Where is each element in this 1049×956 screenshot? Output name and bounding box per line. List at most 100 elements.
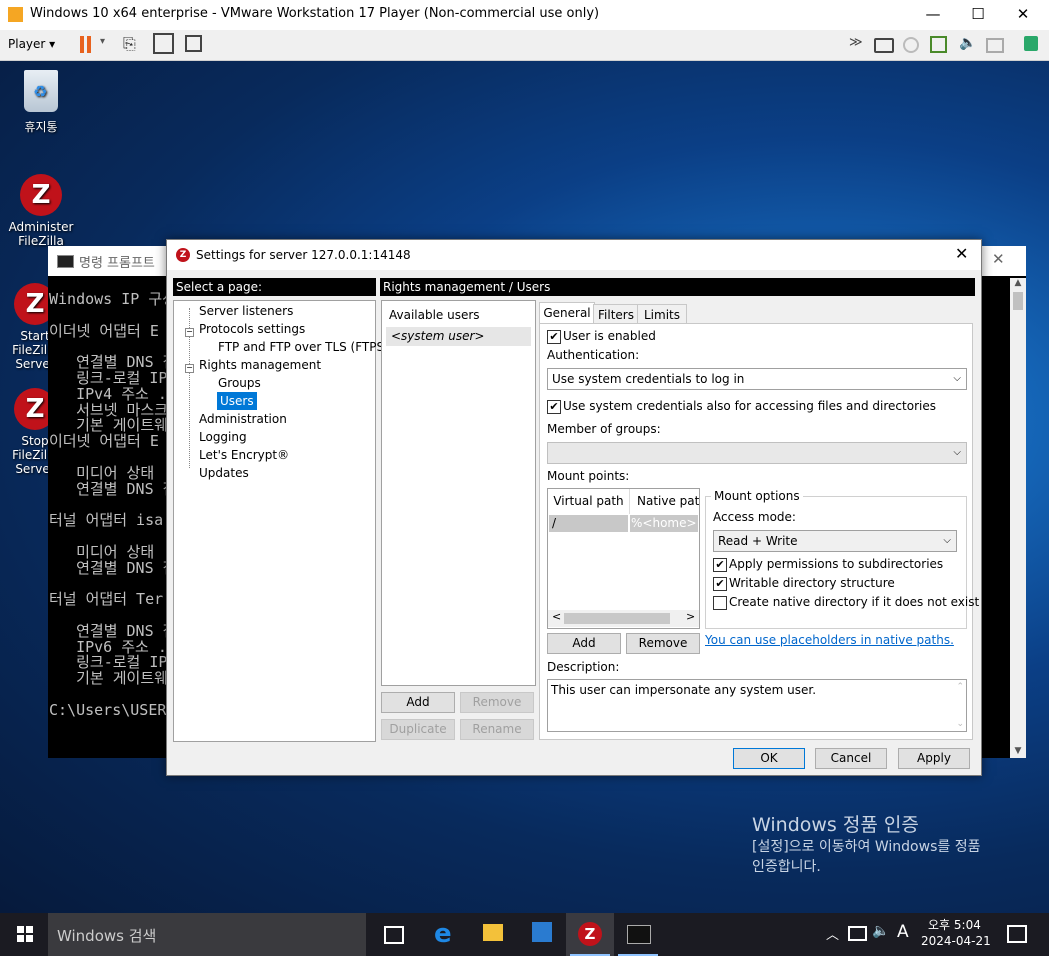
mount-row-native[interactable]: %<home> [630,515,698,532]
remove-user-button[interactable]: Remove [460,692,534,713]
tree-item-lets-encrypt[interactable]: Let's Encrypt® [199,446,289,464]
filezilla-dialog-icon: Z [176,248,190,262]
scroll-left-icon[interactable]: < [552,610,561,623]
tree-item-updates[interactable]: Updates [199,464,249,482]
tree-item-server-listeners[interactable]: Server listeners [199,302,293,320]
user-enabled-checkbox[interactable]: ✔ [547,330,561,344]
minimize-button[interactable]: — [910,0,956,30]
horizontal-scrollbar[interactable]: < > [548,610,699,627]
pause-icon[interactable] [80,36,84,53]
notification-icon[interactable] [1007,925,1027,943]
mount-row-virtual[interactable]: / [549,515,628,532]
rename-user-button[interactable]: Rename [460,719,534,740]
fit-guest-icon[interactable] [153,33,174,54]
collapse-icon[interactable]: − [185,364,194,373]
tree-item-protocols-settings[interactable]: Protocols settings [199,320,305,338]
recycle-arrows-icon: ♻ [33,82,48,101]
clock-time[interactable]: 오후 5:04 [928,916,981,933]
tree-item-users[interactable]: Users [217,392,257,410]
member-of-groups-select[interactable]: ⌵ [547,442,967,464]
tray-overflow-icon[interactable]: ︿ [826,924,839,943]
mount-add-button[interactable]: Add [547,633,621,654]
taskbar-cmd-item[interactable] [614,913,662,956]
use-system-credentials-checkbox[interactable]: ✔ [547,400,561,414]
create-native-checkbox[interactable] [713,596,727,610]
tab-limits[interactable]: Limits [637,304,687,325]
vmware-toolbar: Player ▾ ▾ ⎘ ≫ 🔈 [0,30,1049,61]
tab-general[interactable]: General [539,302,595,325]
console-line: 이더넷 어댑터 E [49,432,159,451]
page-tree[interactable]: − − Server listeners Protocols settings … [173,300,389,742]
console-line: 이더넷 어댑터 E [49,321,159,340]
tree-item-ftp-ftps[interactable]: FTP and FTP over TLS (FTPS) [218,338,389,356]
console-close-button[interactable]: ✕ [992,250,1005,268]
clock-date[interactable]: 2024-04-21 [921,934,991,948]
tree-item-administration[interactable]: Administration [199,410,287,428]
hard-disk-icon[interactable] [874,38,894,53]
message-log-icon[interactable] [1024,36,1038,51]
ok-button[interactable]: OK [733,748,805,769]
unity-icon[interactable] [185,35,202,52]
apply-permissions-checkbox[interactable]: ✔ [713,558,727,572]
volume-tray-icon[interactable]: 🔈 [872,923,889,939]
description-value: This user can impersonate any system use… [551,683,817,697]
mount-points-table[interactable]: Virtual path Native path / %<home> < > [547,488,700,629]
tab-filters[interactable]: Filters [593,304,639,325]
admin-filezilla-shortcut[interactable]: Z Administer FileZilla [6,174,76,248]
taskbar-filezilla-item[interactable]: Z [566,913,614,956]
scroll-down-icon[interactable]: ⌄ [956,719,964,729]
description-textarea[interactable]: This user can impersonate any system use… [547,679,967,732]
network-tray-icon[interactable] [848,926,867,941]
edge-icon[interactable]: e [434,919,452,949]
task-view-icon[interactable] [384,926,404,944]
store-icon[interactable] [532,922,552,942]
scroll-thumb[interactable] [1013,292,1023,310]
add-user-button[interactable]: Add [381,692,455,713]
dialog-close-button[interactable]: ✕ [955,244,968,263]
authentication-select[interactable]: Use system credentials to log in ⌵ [547,368,967,390]
scroll-up-icon[interactable]: ⌃ [956,682,964,692]
access-mode-select[interactable]: Read + Write ⌵ [713,530,957,552]
chevron-down-icon: ⌵ [953,447,961,458]
pause-icon-bar [87,36,91,53]
collapse-icon[interactable]: − [185,328,194,337]
send-ctrl-alt-del-icon[interactable]: ⎘ [123,34,136,54]
select-page-header: Select a page: [173,278,376,296]
pause-dropdown-icon[interactable]: ▾ [100,36,105,47]
file-explorer-icon[interactable] [483,924,503,941]
duplicate-user-button[interactable]: Duplicate [381,719,455,740]
ime-indicator[interactable]: A [897,922,909,942]
console-scrollbar[interactable]: ▲ ▼ [1010,278,1026,758]
scroll-up-icon[interactable]: ▲ [1010,278,1026,292]
chevron-down-icon: ⌵ [953,373,961,384]
network-icon[interactable] [930,36,947,53]
windows-start-icon[interactable] [17,926,33,942]
more-icon[interactable]: ≫ [849,35,863,50]
column-header-native-path[interactable]: Native path [630,489,699,514]
player-menu[interactable]: Player ▾ [8,37,55,51]
taskbar-search-box[interactable]: Windows 검색 [48,913,366,956]
tree-item-groups[interactable]: Groups [218,374,261,392]
recycle-bin[interactable]: ♻ 휴지통 [6,70,76,135]
user-list-item[interactable]: <system user> [386,327,531,346]
apply-button[interactable]: Apply [898,748,970,769]
cd-icon[interactable] [903,37,919,53]
cancel-button[interactable]: Cancel [815,748,887,769]
recycle-bin-label: 휴지통 [24,120,58,134]
activation-line2: 인증합니다. [752,859,821,875]
tree-item-logging[interactable]: Logging [199,428,247,446]
tree-item-rights-management[interactable]: Rights management [199,356,321,374]
scroll-thumb[interactable] [564,613,670,624]
mount-remove-button[interactable]: Remove [626,633,700,654]
cmd-taskbar-icon [627,925,651,944]
close-window-button[interactable]: ✕ [1000,0,1046,30]
sound-icon[interactable]: 🔈 [959,35,976,51]
scroll-right-icon[interactable]: > [686,610,695,623]
scroll-down-icon[interactable]: ▼ [1010,746,1026,756]
maximize-button[interactable]: ☐ [955,0,1001,30]
member-of-groups-label: Member of groups: [547,422,661,436]
column-header-virtual-path[interactable]: Virtual path [548,489,630,514]
printer-icon[interactable] [986,38,1004,53]
writable-structure-checkbox[interactable]: ✔ [713,577,727,591]
placeholders-link[interactable]: You can use placeholders in native paths… [705,633,954,647]
